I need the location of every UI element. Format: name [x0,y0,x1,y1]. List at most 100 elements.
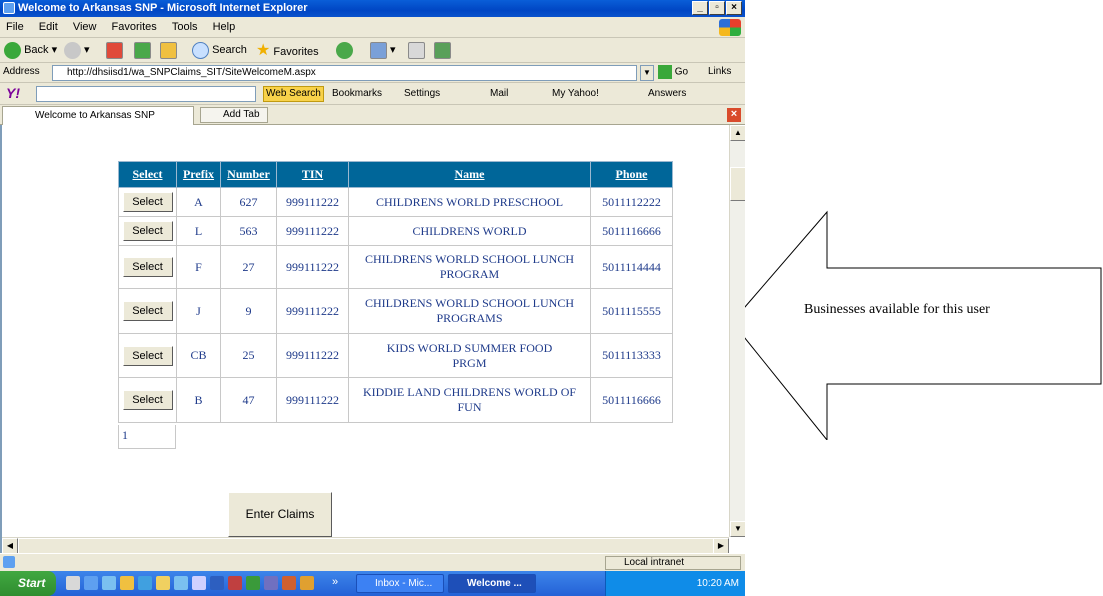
go-button[interactable]: Go [658,65,688,79]
bookmarks-button[interactable]: Bookmarks [332,88,382,99]
media-icon[interactable] [174,576,188,590]
phone-cell: 5011112222 [590,187,673,217]
forward-button[interactable]: ▾ [64,41,90,60]
back-button[interactable]: Back ▾ [4,41,57,60]
callout-text: Businesses available for this user [804,302,990,317]
powerpoint-icon[interactable] [282,576,296,590]
taskbar-inbox[interactable]: Inbox - Mic... [356,574,444,593]
menu-favorites[interactable]: Favorites [106,17,163,33]
horizontal-scroll-thumb[interactable] [18,538,714,553]
mail-link[interactable]: Mail [490,88,508,99]
my-yahoo-link[interactable]: My Yahoo! [552,88,599,99]
horizontal-scrollbar[interactable]: ◀ ▶ [2,537,729,553]
yahoo-search-input[interactable] [36,86,256,102]
windows-logo-icon [719,19,741,36]
folder-icon[interactable] [120,576,134,590]
ie-quicklaunch-icon[interactable] [84,576,98,590]
tin-cell: 999111222 [276,333,349,378]
col-phone-header[interactable]: Phone [590,161,673,188]
excel-icon[interactable] [246,576,260,590]
document-icon[interactable] [192,576,206,590]
phone-cell: 5011116666 [590,377,673,423]
tab-welcome[interactable]: Welcome to Arkansas SNP [2,106,194,125]
select-button[interactable]: Select [122,390,173,410]
close-button[interactable]: × [726,1,742,15]
window-title: Welcome to Arkansas SNP - Microsoft Inte… [18,2,308,14]
close-tab-icon[interactable]: × [727,108,741,122]
col-number-header[interactable]: Number [220,161,277,188]
explorer-icon[interactable] [156,576,170,590]
back-arrow-icon [4,41,21,59]
address-dropdown-button[interactable]: ▼ [640,65,654,81]
phone-cell: 5011113333 [590,333,673,378]
menu-edit[interactable]: Edit [33,17,64,33]
menu-help[interactable]: Help [207,17,242,33]
tab-bar: Welcome to Arkansas SNP Add Tab × [0,105,745,125]
col-select-header[interactable]: Select [118,161,177,188]
callout-arrow [745,210,1102,440]
select-button[interactable]: Select [122,221,173,241]
select-button[interactable]: Select [122,301,173,321]
history-button[interactable] [336,41,353,60]
table-row: Select J 9 999111222 CHILDRENS WORLD SCH… [118,288,673,334]
mail-button[interactable]: ▾ [370,41,396,60]
print-button[interactable] [408,41,425,60]
yahoo-logo[interactable]: Y! [6,85,20,101]
taskbar-welcome[interactable]: Welcome ... [448,574,536,593]
scroll-right-icon[interactable]: ▶ [713,538,729,553]
col-tin-header[interactable]: TIN [276,161,349,188]
menu-file[interactable]: File [0,17,30,33]
access-icon[interactable] [228,576,242,590]
chevron-right-icon[interactable]: » [332,576,338,588]
messenger-button[interactable] [434,41,451,60]
select-button[interactable]: Select [122,192,173,212]
menu-view[interactable]: View [67,17,103,33]
links-button[interactable]: Links [708,66,731,77]
vertical-scroll-thumb[interactable] [730,167,745,201]
scroll-up-icon[interactable]: ▲ [730,125,745,141]
pager-link[interactable]: 1 [118,425,176,449]
start-button[interactable]: Start [0,571,56,596]
title-bar[interactable]: Welcome to Arkansas SNP - Microsoft Inte… [0,0,745,17]
web-search-button[interactable]: Web Search [263,86,324,102]
name-cell: CHILDRENS WORLD SCHOOL LUNCH PROGRAMS [348,288,591,334]
scroll-left-icon[interactable]: ◀ [2,538,18,553]
menu-tools[interactable]: Tools [166,17,204,33]
refresh-button[interactable] [134,41,151,60]
home-icon [160,41,177,59]
prefix-cell: L [176,216,221,246]
address-input[interactable]: http://dhsiisd1/wa_SNPClaims_SIT/SiteWel… [52,65,637,81]
page-icon [3,556,15,568]
col-prefix-header[interactable]: Prefix [176,161,221,188]
word-icon[interactable] [210,576,224,590]
phone-cell: 5011114444 [590,245,673,289]
minimize-button[interactable]: _ [692,1,708,15]
number-cell: 25 [220,333,277,378]
clock-app-icon[interactable] [300,576,314,590]
select-button[interactable]: Select [122,257,173,277]
col-name-header[interactable]: Name [348,161,591,188]
number-cell: 47 [220,377,277,423]
stop-button[interactable] [106,41,123,60]
visio-icon[interactable] [264,576,278,590]
go-arrow-icon [658,65,672,79]
desktop-icon[interactable] [102,576,116,590]
scroll-down-icon[interactable]: ▼ [730,521,745,537]
maximize-button[interactable]: ▫ [709,1,725,15]
add-tab-button[interactable]: Add Tab [200,107,268,123]
vertical-scrollbar[interactable]: ▲ ▼ [729,125,745,537]
favorites-button[interactable]: ★ Favorites [256,41,319,60]
home-button[interactable] [160,41,177,60]
select-button[interactable]: Select [122,345,173,366]
answers-link[interactable]: Answers [648,88,686,99]
outlook-icon[interactable] [138,576,152,590]
messenger-icon [434,41,451,59]
settings-button[interactable]: Settings [404,88,440,99]
table-header-row: Select Prefix Number TIN Name Phone [118,161,673,188]
enter-claims-button[interactable]: Enter Claims [228,492,332,537]
status-bar: Local intranet [0,553,745,571]
tin-cell: 999111222 [276,216,349,246]
search-button[interactable]: Search [192,41,247,60]
quicklaunch-icon[interactable] [66,576,80,590]
menu-bar: File Edit View Favorites Tools Help [0,17,745,38]
